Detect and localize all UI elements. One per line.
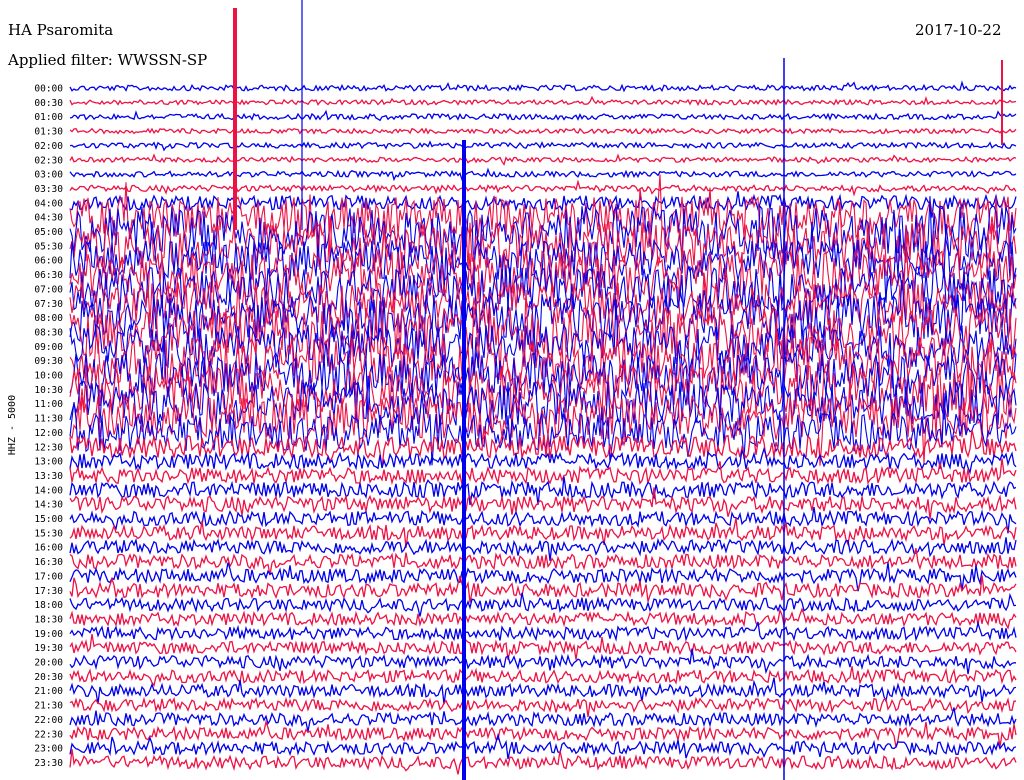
row-label-1900: 19:00 <box>34 629 63 640</box>
row-label-0130: 01:30 <box>34 127 63 138</box>
trace-row-0000 <box>69 80 1017 93</box>
trace-row-1730 <box>69 575 1017 603</box>
row-label-0730: 07:30 <box>34 299 63 310</box>
trace-row-0300 <box>69 167 1017 182</box>
trace-row-2330 <box>69 749 1017 775</box>
row-label-0030: 00:30 <box>34 98 63 109</box>
trace-row-0130 <box>69 127 1017 135</box>
row-label-1100: 11:00 <box>34 399 63 410</box>
trace-row-1500 <box>69 507 1017 534</box>
seismic-traces <box>69 0 1017 780</box>
row-label-2100: 21:00 <box>34 686 63 697</box>
row-label-0230: 02:30 <box>34 155 63 166</box>
row-label-0600: 06:00 <box>34 256 63 267</box>
row-label-0930: 09:30 <box>34 356 63 367</box>
row-label-1030: 10:30 <box>34 385 63 396</box>
row-label-1000: 10:00 <box>34 371 63 382</box>
trace-row-0030 <box>69 95 1017 107</box>
trace-row-1300 <box>69 446 1017 475</box>
row-time-labels: 00:00 00:30 01:00 01:30 02:00 02:30 03:00 03:30… <box>34 84 63 769</box>
row-label-0630: 06:30 <box>34 270 63 281</box>
trace-row-1800 <box>69 592 1017 617</box>
row-label-0800: 08:00 <box>34 313 63 324</box>
row-label-1230: 12:30 <box>34 442 63 453</box>
row-label-2330: 23:30 <box>34 758 63 769</box>
row-label-0500: 05:00 <box>34 227 63 238</box>
trace-row-2030 <box>69 666 1017 687</box>
trace-row-0400 <box>69 191 1017 218</box>
row-label-0430: 04:30 <box>34 213 63 224</box>
trace-row-1930 <box>69 633 1017 660</box>
row-label-1430: 14:30 <box>34 500 63 511</box>
row-label-0330: 03:30 <box>34 184 63 195</box>
row-label-1700: 17:00 <box>34 571 63 582</box>
trace-row-0200 <box>69 140 1017 152</box>
row-label-1300: 13:00 <box>34 457 63 468</box>
row-label-0000: 00:00 <box>34 84 63 95</box>
row-label-1600: 16:00 <box>34 543 63 554</box>
trace-row-0100 <box>69 109 1017 122</box>
row-label-1930: 19:30 <box>34 643 63 654</box>
row-label-0100: 01:00 <box>34 112 63 123</box>
row-label-0900: 09:00 <box>34 342 63 353</box>
row-label-0830: 08:30 <box>34 327 63 338</box>
row-label-1200: 12:00 <box>34 428 63 439</box>
trace-row-2200 <box>69 707 1017 732</box>
trace-row-0330 <box>69 179 1017 197</box>
trace-row-1330 <box>69 458 1017 486</box>
y-axis-label: HHZ - 5000 <box>7 395 18 455</box>
row-label-1500: 15:00 <box>34 514 63 525</box>
row-label-2130: 21:30 <box>34 701 63 712</box>
row-label-0300: 03:00 <box>34 170 63 181</box>
row-label-2000: 20:00 <box>34 658 63 669</box>
row-label-2230: 22:30 <box>34 729 63 740</box>
trace-row-1600 <box>69 537 1017 561</box>
row-label-2300: 23:00 <box>34 744 63 755</box>
row-label-1530: 15:30 <box>34 528 63 539</box>
row-label-1630: 16:30 <box>34 557 63 568</box>
row-label-1400: 14:00 <box>34 485 63 496</box>
trace-row-0230 <box>69 153 1017 166</box>
row-label-1730: 17:30 <box>34 586 63 597</box>
row-label-2200: 22:00 <box>34 715 63 726</box>
row-label-1130: 11:30 <box>34 414 63 425</box>
row-label-1330: 13:30 <box>34 471 63 482</box>
row-label-0400: 04:00 <box>34 198 63 209</box>
row-label-1800: 18:00 <box>34 600 63 611</box>
seismogram-plot: HHZ - 5000 00:00 00:30 01:00 01:30 02:00 02:3… <box>7 0 1017 780</box>
row-label-0700: 07:00 <box>34 284 63 295</box>
trace-row-2300 <box>69 732 1017 760</box>
row-label-2030: 20:30 <box>34 672 63 683</box>
row-label-0200: 02:00 <box>34 141 63 152</box>
row-label-1830: 18:30 <box>34 614 63 625</box>
row-label-0530: 05:30 <box>34 241 63 252</box>
